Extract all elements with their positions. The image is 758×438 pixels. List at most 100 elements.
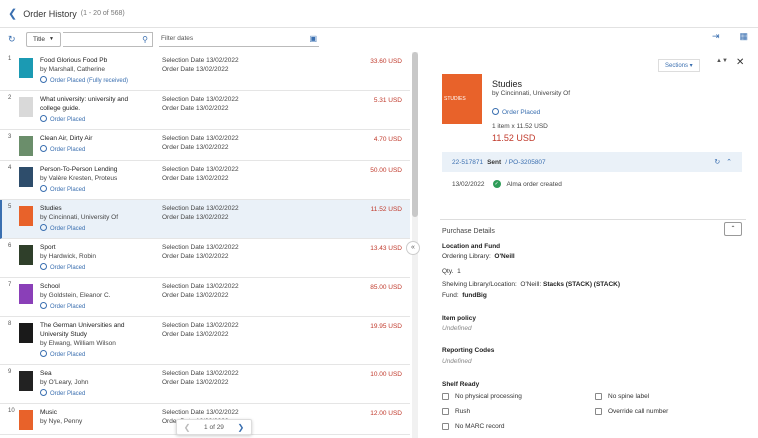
order-title[interactable]: The German Universities and	[40, 321, 144, 330]
rush-checkbox[interactable]: Rush	[442, 408, 470, 415]
order-date: Order Date 13/02/2022	[162, 105, 229, 112]
detail-price: 11.52 USD	[492, 133, 536, 143]
event-row: 13/02/2022 ✓ Alma order created	[452, 180, 562, 188]
sections-button[interactable]: Sections ▾	[658, 59, 700, 72]
page-header: ❮ Order History (1 - 20 of 568)	[0, 0, 758, 28]
search-input[interactable]: ⚲	[63, 31, 153, 47]
order-row[interactable]: 1 Food Glorious Food Pb by Marshall, Cathe…	[0, 52, 410, 91]
order-title[interactable]: Clean Air, Dirty Air	[40, 134, 144, 143]
order-status-label: Order Placed	[50, 304, 86, 310]
order-title-line2[interactable]: University Study	[40, 330, 144, 339]
order-info: Studies by Cincinnati, University Of Order…	[40, 204, 144, 234]
po-link[interactable]: / PO-3205807	[505, 159, 545, 166]
order-dates: Selection Date 13/02/2022 Order Date 13/0…	[162, 321, 272, 360]
order-dates: Selection Date 13/02/2022 Order Date 13/0…	[162, 134, 272, 156]
order-price: 13.43 USD	[370, 245, 402, 252]
order-title-line2[interactable]: college guide.	[40, 104, 144, 113]
purchase-details-title: Purchase Details	[442, 228, 495, 235]
row-number: 1	[8, 56, 12, 62]
order-price: 33.60 USD	[370, 58, 402, 65]
order-title[interactable]: Sea	[40, 369, 144, 378]
cover-thumbnail	[19, 284, 33, 304]
selection-date: Selection Date 13/02/2022	[162, 370, 239, 377]
clock-icon	[40, 389, 47, 396]
pagination: ❮ 1 of 29 ❯	[176, 419, 252, 435]
order-price: 10.00 USD	[370, 371, 402, 378]
next-page-button[interactable]: ❯	[238, 423, 245, 432]
checkbox-box[interactable]	[442, 423, 449, 430]
order-title[interactable]: School	[40, 282, 144, 291]
row-number: 9	[8, 369, 12, 375]
order-row[interactable]: 3 Clean Air, Dirty Air Order Placed Selecti…	[0, 130, 410, 161]
order-status-label: Order Placed	[50, 352, 86, 358]
detail-status-label: Order Placed	[502, 109, 541, 116]
order-title[interactable]: Music	[40, 408, 144, 417]
po-line-number[interactable]: 22-517871	[452, 159, 483, 166]
page-indicator: 1 of 29	[204, 423, 224, 431]
prev-page-button[interactable]: ❮	[184, 423, 191, 432]
title-select[interactable]: Title ▼	[26, 31, 61, 47]
clock-icon	[492, 108, 499, 115]
checkbox-label: No MARC record	[455, 423, 505, 430]
order-status: Order Placed	[40, 389, 144, 399]
no-physical-processing-checkbox[interactable]: No physical processing	[442, 393, 522, 400]
order-author: by Elwang, William Wilson	[40, 340, 116, 347]
chevron-left-icon[interactable]: ❮	[8, 7, 17, 20]
refresh-icon[interactable]: ↻	[8, 34, 22, 45]
po-actions-icons[interactable]: ↻ ⌃	[714, 158, 732, 166]
checkbox-label: No spine label	[608, 393, 650, 400]
order-row[interactable]: 8 The German Universities and University S…	[0, 317, 410, 365]
scrollbar-thumb[interactable]	[412, 52, 418, 217]
title-select-label: Title	[33, 35, 46, 43]
shelving-value: Stacks (STACK) (STACK)	[542, 281, 621, 288]
cover-thumbnail	[19, 206, 33, 226]
no-spine-label-checkbox[interactable]: No spine label	[595, 393, 649, 400]
override-call-number-checkbox[interactable]: Override call number	[595, 408, 668, 415]
order-status-label: Order Placed	[50, 265, 86, 271]
export-icon[interactable]: ⇥	[712, 31, 720, 42]
order-status: Order Placed	[40, 115, 144, 125]
checkbox-box[interactable]	[442, 393, 449, 400]
order-price: 5.31 USD	[373, 97, 402, 104]
order-row[interactable]: 9 Sea by O'Leary, John Order Placed Selectio…	[0, 365, 410, 404]
order-title[interactable]: Person-To-Person Lending	[40, 165, 144, 174]
order-row[interactable]: 7 School by Goldstein, Eleanor C. Order Pla…	[0, 278, 410, 317]
order-detail-panel: Sections ▾ ▲▼ ✕ STUDIES Studies by Cinci…	[430, 52, 758, 438]
checkbox-box[interactable]	[595, 393, 602, 400]
order-title[interactable]: Studies	[40, 204, 144, 213]
order-date: Order Date 13/02/2022	[162, 253, 229, 260]
record-nav-arrows[interactable]: ▲▼	[716, 58, 728, 64]
cover-thumbnail	[19, 97, 33, 117]
layout-icon[interactable]: ▦	[739, 31, 748, 42]
shelving-lib: O'Neill:	[520, 281, 542, 288]
order-date: Order Date 13/02/2022	[162, 144, 229, 151]
order-status: Order Placed	[40, 185, 144, 195]
fund-value: fundBig	[462, 292, 487, 299]
close-icon[interactable]: ✕	[736, 57, 744, 68]
search-icon[interactable]: ⚲	[142, 35, 148, 44]
order-status-label: Order Placed (Fully received)	[50, 78, 129, 84]
selection-date: Selection Date 13/02/2022	[162, 409, 239, 416]
order-row[interactable]: 5 Studies by Cincinnati, University Of Orde…	[0, 200, 410, 239]
filter-dates-field[interactable]: Filter dates ▣	[159, 32, 319, 47]
qty: Qty. 1	[442, 268, 461, 275]
fund-label: Fund:	[442, 292, 459, 299]
order-row[interactable]: 6 Sport by Hardwick, Robin Order Placed Sele…	[0, 239, 410, 278]
order-title[interactable]: Sport	[40, 243, 144, 252]
calendar-icon[interactable]: ▣	[309, 34, 317, 43]
checkbox-box[interactable]	[442, 408, 449, 415]
purchase-details-toggle[interactable]: ⌃	[724, 222, 742, 236]
clock-icon	[40, 302, 47, 309]
order-status-label: Order Placed	[50, 391, 86, 397]
order-row[interactable]: 2 What university: university and college …	[0, 91, 410, 130]
collapse-pane-button[interactable]: «	[406, 241, 420, 255]
order-title[interactable]: What university: university and	[40, 95, 144, 104]
item-policy-value: Undefined	[442, 325, 472, 332]
row-number: 7	[8, 282, 12, 288]
order-author: by O'Leary, John	[40, 379, 89, 386]
order-title[interactable]: Food Glorious Food Pb	[40, 56, 144, 65]
no-marc-record-checkbox[interactable]: No MARC record	[442, 423, 504, 430]
selection-date: Selection Date 13/02/2022	[162, 96, 239, 103]
order-row[interactable]: 4 Person-To-Person Lending by Valère Krest…	[0, 161, 410, 200]
checkbox-box[interactable]	[595, 408, 602, 415]
